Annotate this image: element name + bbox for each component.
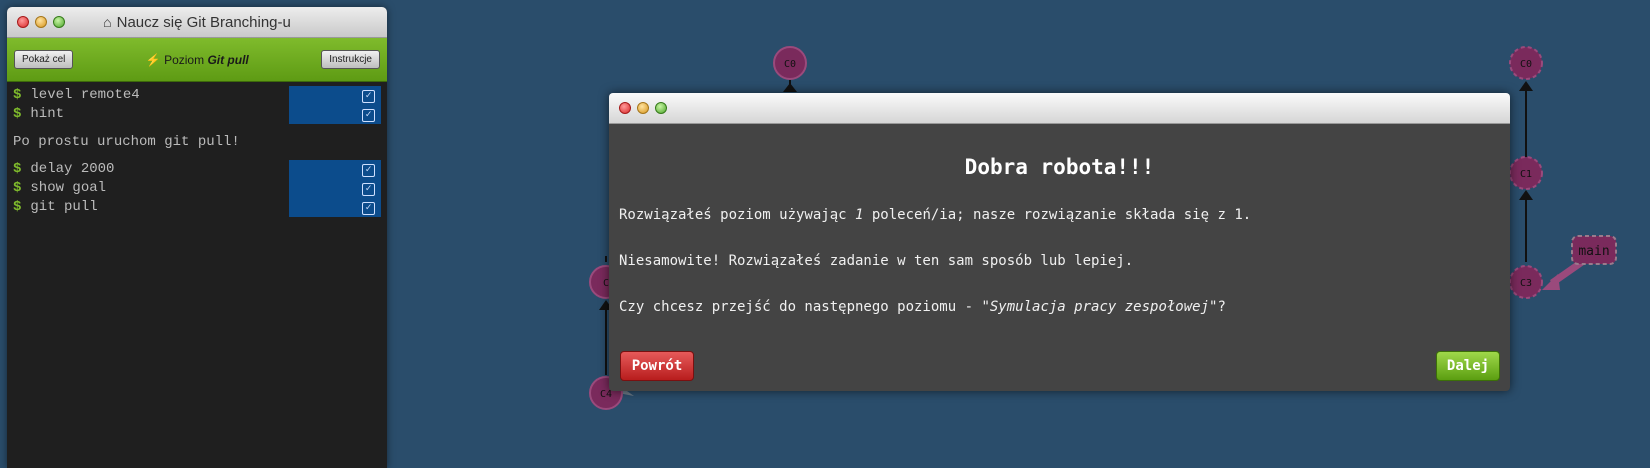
- command-group: $ delay 2000 ✓ $ show goal ✓ $ git pull …: [13, 160, 381, 217]
- minimize-dot-icon[interactable]: [637, 102, 649, 114]
- window-controls: [619, 102, 667, 114]
- dialog-title: Dobra robota!!!: [964, 155, 1155, 179]
- command-group: $ level remote4 ✓ $ hint ✓: [13, 86, 381, 124]
- terminal-titlebar: ⌂ Naucz się Git Branching-u: [7, 7, 387, 38]
- next-button[interactable]: Dalej: [1436, 351, 1500, 381]
- dialog-titlebar: [609, 93, 1510, 124]
- maximize-dot-icon[interactable]: [53, 16, 65, 28]
- hint-output: Po prostu uruchom git pull!: [13, 134, 240, 150]
- commit-c0-node: C0: [773, 46, 807, 80]
- level-complete-dialog: Dobra robota!!! Rozwiązałeś poziom używa…: [609, 93, 1510, 391]
- bolt-icon: ⚡: [145, 52, 161, 67]
- minimize-dot-icon[interactable]: [35, 16, 47, 28]
- goal-commit-c0-node: C0: [1509, 46, 1543, 80]
- svg-text:C4: C4: [600, 389, 612, 400]
- svg-text:C0: C0: [1520, 59, 1532, 70]
- prompt-symbol: $: [13, 87, 22, 103]
- solution-summary: Rozwiązałeś poziom używając 1 poleceń/ia…: [619, 207, 1252, 223]
- show-goal-button[interactable]: Pokaż cel: [14, 50, 74, 69]
- branch-main-label: main: [1571, 235, 1617, 265]
- checkbox-check-icon: ✓: [362, 164, 375, 177]
- svg-text:C0: C0: [784, 59, 796, 70]
- praise-text: Niesamowite! Rozwiązałeś zadanie w ten s…: [619, 253, 1134, 269]
- command-text: git pull: [30, 199, 98, 215]
- maximize-dot-icon[interactable]: [655, 102, 667, 114]
- level-name: Git pull: [207, 52, 249, 67]
- goal-commit-c1-node: C1: [1509, 156, 1543, 190]
- level-title: ⚡ Poziom Git pull: [146, 53, 249, 67]
- goal-commit-c3-node: C3: [1509, 265, 1543, 299]
- terminal-title: Naucz się Git Branching-u: [116, 13, 291, 31]
- command-text: delay 2000: [30, 161, 115, 177]
- back-button[interactable]: Powrót: [620, 351, 694, 381]
- terminal-window: ⌂ Naucz się Git Branching-u Pokaż cel ⚡ …: [7, 7, 387, 468]
- level-toolbar: Pokaż cel ⚡ Poziom Git pull Instrukcje: [7, 38, 387, 82]
- close-dot-icon[interactable]: [619, 102, 631, 114]
- prompt-symbol: $: [13, 199, 22, 215]
- level-prefix: Poziom: [164, 52, 205, 67]
- checkbox-check-icon: ✓: [362, 90, 375, 103]
- checkbox-check-icon: ✓: [362, 202, 375, 215]
- command-text: level remote4: [30, 87, 140, 103]
- prompt-symbol: $: [13, 106, 22, 122]
- prompt-symbol: $: [13, 180, 22, 196]
- home-icon: ⌂: [103, 14, 112, 30]
- svg-text:main: main: [1578, 244, 1609, 259]
- next-level-name: "Symulacja pracy zespołowej": [981, 299, 1218, 315]
- svg-text:C3: C3: [1520, 278, 1532, 289]
- prompt-symbol: $: [13, 161, 22, 177]
- window-controls: [17, 16, 65, 28]
- close-dot-icon[interactable]: [17, 16, 29, 28]
- command-text: show goal: [30, 180, 107, 196]
- instructions-button[interactable]: Instrukcje: [321, 50, 380, 69]
- checkbox-check-icon: ✓: [362, 183, 375, 196]
- svg-text:C1: C1: [1520, 169, 1532, 180]
- command-history: $ level remote4 ✓ $ hint ✓ Po prostu uru…: [7, 82, 387, 221]
- command-text: hint: [30, 106, 65, 122]
- next-level-prompt: Czy chcesz przejść do następnego poziomu…: [619, 299, 1226, 315]
- checkbox-check-icon: ✓: [362, 109, 375, 122]
